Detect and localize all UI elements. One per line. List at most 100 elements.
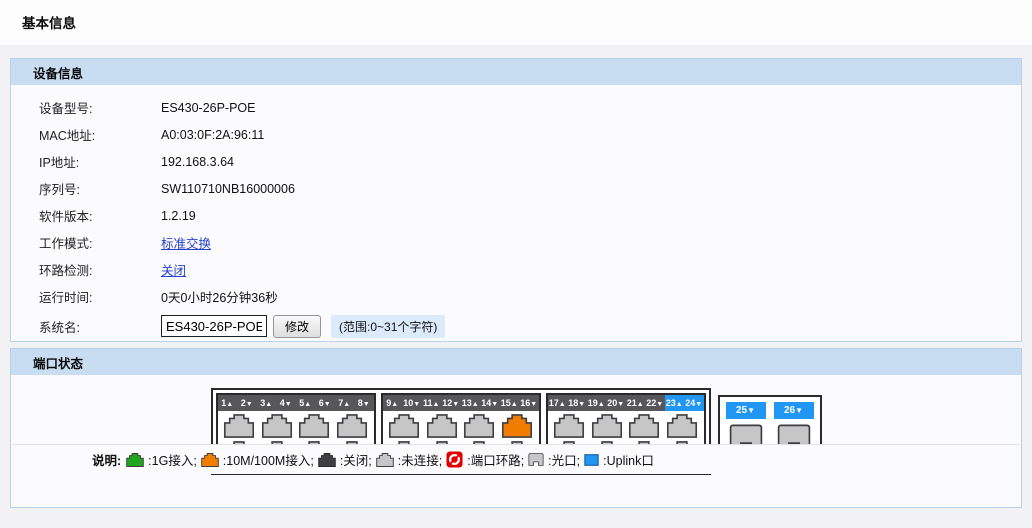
port-15-jack-icon	[501, 414, 533, 438]
port-11-arrow-icon: ▲	[433, 401, 440, 408]
legend-text-jack-idle: :未连接;	[398, 450, 442, 469]
jack-1g-icon	[126, 453, 144, 467]
uptime-row: 运行时间: 0天0小时26分钟36秒	[11, 283, 1021, 310]
ip-address-row: IP地址: 192.168.3.64	[11, 148, 1021, 175]
firmware-version-row: 软件版本: 1.2.19	[11, 202, 1021, 229]
device-info-body: 设备型号: ES430-26P-POE MAC地址: A0:03:0F:2A:9…	[11, 85, 1021, 342]
loop-detection-link[interactable]: 关闭	[161, 260, 186, 279]
port-1-label: 1▲	[218, 395, 238, 411]
jack-off-icon	[318, 453, 336, 467]
port-8-label: 8▼	[354, 395, 374, 411]
ip-address-label: IP地址:	[11, 152, 161, 171]
modify-button[interactable]: 修改	[273, 315, 321, 338]
port-26-label: 26▼	[774, 402, 814, 419]
port-22-arrow-icon: ▼	[656, 401, 663, 408]
port-17-label: 17▲	[548, 395, 568, 411]
port-7-label: 7▲	[335, 395, 355, 411]
port-14-label: 14▼	[480, 395, 500, 411]
uptime-label: 运行时间:	[11, 287, 161, 306]
system-name-input[interactable]	[161, 315, 267, 337]
page-header: 基本信息	[0, 0, 1032, 45]
port-24-label: 24▼	[684, 395, 704, 411]
port-21-label: 21▲	[626, 395, 646, 411]
port-11-jack-icon	[426, 414, 458, 438]
port-9-arrow-icon: ▲	[391, 401, 398, 408]
mac-address-row: MAC地址: A0:03:0F:2A:96:11	[11, 121, 1021, 148]
port-block-1-row-1	[218, 414, 374, 438]
port-10-arrow-icon: ▼	[413, 401, 420, 408]
device-info-panel: 设备信息 设备型号: ES430-26P-POE MAC地址: A0:03:0F…	[10, 58, 1022, 342]
port-13-arrow-icon: ▲	[472, 401, 479, 408]
port-25-arrow-icon: ▼	[747, 406, 755, 415]
mac-address-value: A0:03:0F:2A:96:11	[161, 128, 264, 142]
port-2-arrow-icon: ▼	[246, 401, 253, 408]
port-6-label: 6▼	[315, 395, 335, 411]
uptime-value: 0天0小时26分钟36秒	[161, 287, 278, 306]
port-12-label: 12▼	[441, 395, 461, 411]
port-5-label: 5▲	[296, 395, 316, 411]
uplink-port-icon	[584, 454, 599, 466]
device-model-value: ES430-26P-POE	[161, 101, 256, 115]
port-9-jack-icon	[388, 414, 420, 438]
device-model-label: 设备型号:	[11, 98, 161, 117]
port-4-label: 4▼	[276, 395, 296, 411]
port-18-label: 18▼	[567, 395, 587, 411]
port-block-1-header: 1▲2▼3▲4▼5▲6▼7▲8▼	[218, 395, 374, 411]
jack-idle-icon	[376, 453, 394, 467]
fiber-port-icon	[528, 453, 544, 466]
port-block-3-header: 17▲18▼19▲20▼21▲22▼23▲24▼	[548, 395, 704, 411]
legend-text-uplink: :Uplink口	[603, 450, 654, 469]
legend-items: :1G接入; :10M/100M接入; :关闭; :未连接; :端口环路; :光口; :Up…	[126, 450, 658, 469]
port-7-arrow-icon: ▲	[343, 401, 350, 408]
system-name-label: 系统名:	[11, 317, 161, 336]
port-19-arrow-icon: ▲	[598, 401, 605, 408]
port-block-2-header: 9▲10▼11▲12▼13▲14▼15▲16▼	[383, 395, 539, 411]
port-status-panel-header: 端口状态	[11, 349, 1021, 375]
legend-item-jack-idle: :未连接;	[376, 450, 442, 469]
port-3-jack-icon	[261, 414, 293, 438]
port-26-arrow-icon: ▼	[795, 406, 803, 415]
port-23-jack-icon	[666, 414, 698, 438]
port-19-jack-icon	[591, 414, 623, 438]
system-name-row: 系统名: 修改 (范围:0~31个字符)	[11, 310, 1021, 342]
port-1-arrow-icon: ▲	[226, 401, 233, 408]
port-status-panel: 端口状态 1▲2▼3▲4▼5▲6▼7▲8▼9▲10▼11▲12▼13▲14▼15…	[10, 348, 1022, 508]
port-15-arrow-icon: ▲	[511, 401, 518, 408]
legend-item-loop: :端口环路;	[446, 450, 524, 469]
port-21-arrow-icon: ▲	[637, 401, 644, 408]
port-17-jack-icon	[553, 414, 585, 438]
work-mode-link[interactable]: 标准交换	[161, 233, 211, 252]
legend-text-fiber: :光口;	[548, 450, 580, 469]
port-5-jack-icon	[298, 414, 330, 438]
serial-number-label: 序列号:	[11, 179, 161, 198]
serial-number-row: 序列号: SW110710NB16000006	[11, 175, 1021, 202]
ip-address-value: 192.168.3.64	[161, 155, 234, 169]
device-model-row: 设备型号: ES430-26P-POE	[11, 94, 1021, 121]
port-9-label: 9▲	[383, 395, 403, 411]
port-5-arrow-icon: ▲	[304, 401, 311, 408]
port-status-title: 端口状态	[33, 353, 83, 372]
legend-text-jack-100m: :10M/100M接入;	[223, 450, 314, 469]
port-16-arrow-icon: ▼	[530, 401, 537, 408]
work-mode-label: 工作模式:	[11, 233, 161, 252]
port-7-jack-icon	[336, 414, 368, 438]
jack-100m-icon	[201, 453, 219, 467]
system-name-range-hint: (范围:0~31个字符)	[331, 315, 445, 338]
legend-item-jack-off: :关闭;	[318, 450, 372, 469]
legend-text-jack-off: :关闭;	[340, 450, 372, 469]
port-15-label: 15▲	[500, 395, 520, 411]
page-title: 基本信息	[22, 12, 1032, 32]
port-20-arrow-icon: ▼	[617, 401, 624, 408]
device-info-title: 设备信息	[33, 63, 83, 82]
port-3-arrow-icon: ▲	[265, 401, 272, 408]
loop-detection-label: 环路检测:	[11, 260, 161, 279]
port-status-body: 1▲2▼3▲4▼5▲6▼7▲8▼9▲10▼11▲12▼13▲14▼15▲16▼1…	[11, 388, 1021, 475]
port-18-arrow-icon: ▼	[578, 401, 585, 408]
port-4-arrow-icon: ▼	[285, 401, 292, 408]
port-12-arrow-icon: ▼	[452, 401, 459, 408]
port-6-arrow-icon: ▼	[324, 401, 331, 408]
loop-detection-row: 环路检测: 关闭	[11, 256, 1021, 283]
legend-item-jack-1g: :1G接入;	[126, 450, 197, 469]
legend-text-loop: :端口环路;	[467, 450, 524, 469]
port-21-jack-icon	[628, 414, 660, 438]
